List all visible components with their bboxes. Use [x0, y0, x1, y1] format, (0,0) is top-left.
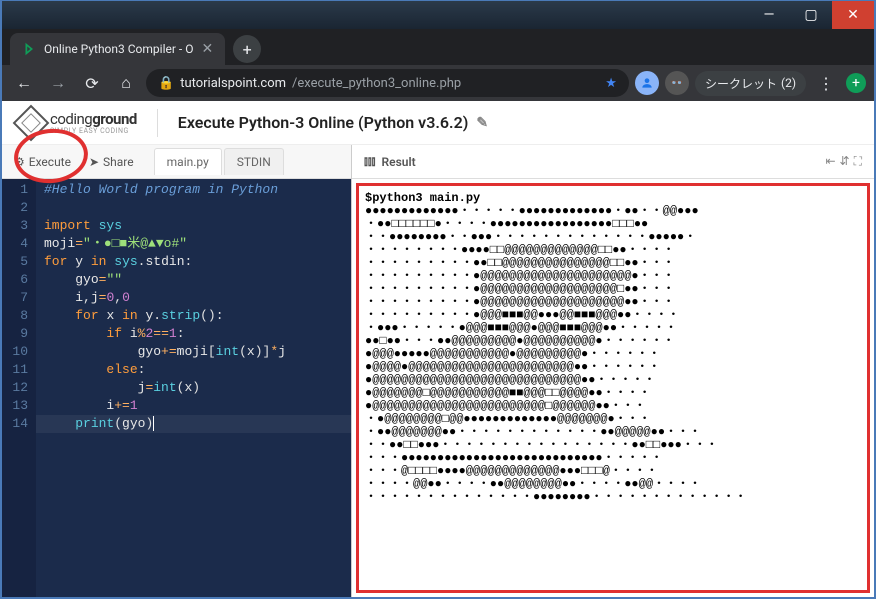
site-logo[interactable]: codingground SIMPLY EASY CODING	[18, 110, 137, 136]
address-bar: ← → ⟳ ⌂ 🔒 tutorialspoint.com/execute_pyt…	[2, 65, 874, 101]
page-title: Execute Python-3 Online (Python v3.6.2) …	[178, 113, 488, 132]
lock-icon: 🔒	[158, 76, 174, 91]
logo-icon	[13, 104, 50, 141]
expand-vert-icon[interactable]: ⇵	[840, 154, 850, 169]
fullscreen-icon[interactable]: ⛶	[854, 154, 862, 169]
url-path: /execute_python3_online.php	[292, 76, 461, 91]
logo-text: codingground	[50, 110, 137, 128]
file-tab-stdin[interactable]: STDIN	[224, 148, 284, 175]
execute-button[interactable]: ⚙ Execute	[6, 151, 79, 173]
terminal-output[interactable]: $python3 main.py ●●●●●●●●●●●●●・・・・・●●●●●…	[356, 183, 870, 593]
expand-left-icon[interactable]: ⇤	[825, 154, 835, 169]
tab-favicon-icon	[22, 42, 36, 56]
browser-tabbar: Online Python3 Compiler - O ✕ +	[2, 29, 874, 65]
tab-title: Online Python3 Compiler - O	[44, 42, 193, 56]
file-tab-main[interactable]: main.py	[154, 148, 222, 175]
close-window-button[interactable]: ✕	[832, 1, 874, 29]
result-title: Result	[382, 155, 416, 169]
logo-subtitle: SIMPLY EASY CODING	[50, 128, 137, 135]
home-button[interactable]: ⌂	[112, 69, 140, 97]
code-editor[interactable]: 1234567891011121314 #Hello World program…	[2, 179, 351, 597]
back-button[interactable]: ←	[10, 69, 38, 97]
maximize-button[interactable]: ▢	[790, 1, 832, 29]
browser-menu-button[interactable]: ⋮	[812, 69, 840, 97]
page-header: codingground SIMPLY EASY CODING Execute …	[2, 101, 874, 145]
profile-avatar-icon[interactable]	[635, 71, 659, 95]
url-domain: tutorialspoint.com	[180, 76, 286, 91]
result-header: ⫾⫾⫾ Result ⇤ ⇵ ⛶	[352, 145, 874, 179]
tab-close-icon[interactable]: ✕	[201, 41, 213, 57]
share-button[interactable]: ➤ Share	[81, 151, 142, 173]
gear-icon: ⚙	[14, 155, 25, 169]
bookmark-star-icon[interactable]: ★	[605, 76, 617, 91]
url-field[interactable]: 🔒 tutorialspoint.com/execute_python3_onl…	[146, 69, 629, 97]
line-gutter: 1234567891011121314	[2, 179, 36, 597]
incognito-avatar-icon[interactable]: 👓	[665, 71, 689, 95]
edit-icon[interactable]: ✎	[476, 115, 488, 131]
reload-button[interactable]: ⟳	[78, 69, 106, 97]
extension-plus-icon[interactable]: +	[846, 73, 866, 93]
editor-toolbar: ⚙ Execute ➤ Share main.py STDIN	[2, 145, 351, 179]
share-icon: ➤	[89, 155, 99, 169]
new-tab-button[interactable]: +	[233, 35, 261, 63]
window-titlebar: — ▢ ✕	[2, 1, 874, 29]
incognito-badge[interactable]: シークレット (2)	[695, 71, 806, 96]
result-bars-icon: ⫾⫾⫾	[364, 154, 376, 169]
browser-tab[interactable]: Online Python3 Compiler - O ✕	[10, 33, 225, 65]
code-content[interactable]: #Hello World program in Python import sy…	[36, 179, 351, 597]
minimize-button[interactable]: —	[748, 1, 790, 29]
forward-button[interactable]: →	[44, 69, 72, 97]
